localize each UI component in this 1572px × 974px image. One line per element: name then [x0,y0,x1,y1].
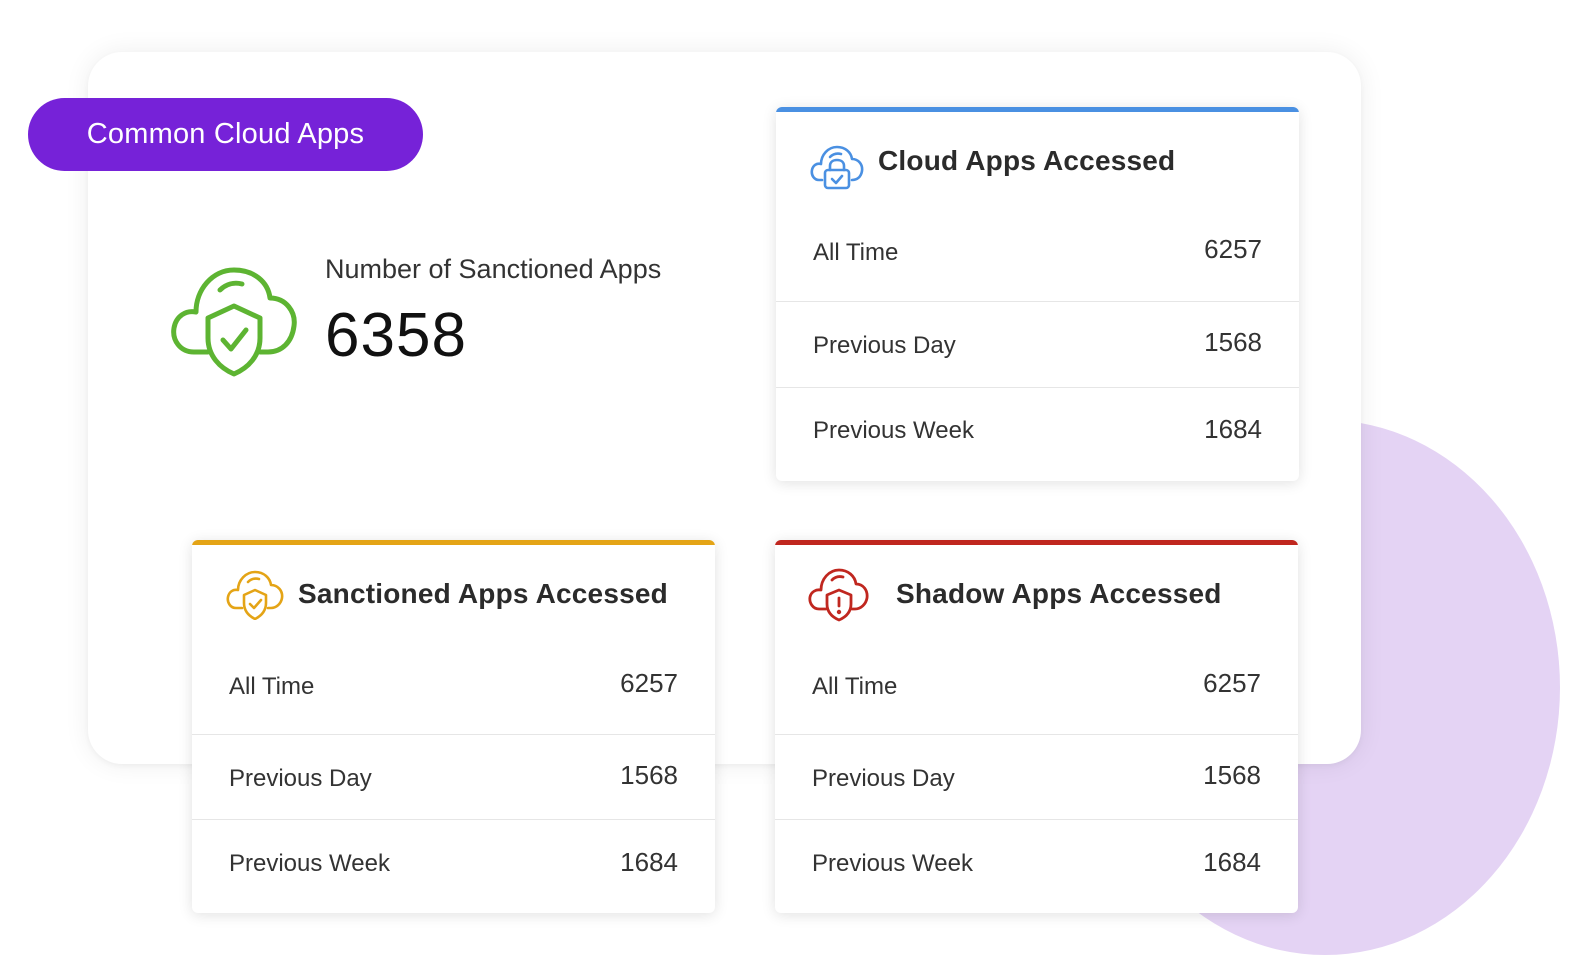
cloud-shield-check-icon [226,570,284,620]
row-divider [776,387,1299,388]
sanctioned-apps-card: Sanctioned Apps Accessed All Time 6257 P… [192,540,715,913]
row-divider [775,819,1298,820]
card-title: Cloud Apps Accessed [878,145,1176,176]
row-value: 6257 [620,668,678,698]
row-value: 1568 [620,760,678,790]
row-value: 6257 [1204,234,1262,264]
row-value: 1684 [1204,414,1262,444]
row-value: 1568 [1203,760,1261,790]
badge-label: Common Cloud Apps [86,118,365,150]
row-divider [775,734,1298,735]
card-header: Cloud Apps Accessed [776,107,1299,217]
row-label: Previous Week [229,850,390,877]
row-label: Previous Day [813,332,956,359]
card-title: Sanctioned Apps Accessed [298,578,668,609]
row-label: Previous Day [229,765,372,792]
row-value: 1684 [1203,847,1261,877]
row-divider [192,819,715,820]
row-label: All Time [813,239,899,266]
common-cloud-apps-badge: Common Cloud Apps [28,98,423,171]
row-divider [776,301,1299,302]
row-value: 1568 [1204,327,1262,357]
cloud-lock-icon [810,145,864,190]
shadow-apps-card: Shadow Apps Accessed All Time 6257 Previ… [775,540,1298,913]
card-title: Shadow Apps Accessed [896,578,1222,609]
shield-cloud-icon [171,267,297,377]
row-label: Previous Week [812,850,973,877]
sanctioned-apps-count: 6358 [325,301,467,370]
row-value: 6257 [1203,668,1261,698]
cloud-apps-card: Cloud Apps Accessed All Time 6257 Previo… [776,107,1299,481]
row-label: Previous Week [813,417,974,444]
row-value: 1684 [620,847,678,877]
row-label: All Time [229,673,315,700]
card-header: Shadow Apps Accessed [775,540,1298,650]
sanctioned-apps-label: Number of Sanctioned Apps [325,254,662,284]
cloud-shield-alert-icon [808,568,869,622]
card-header: Sanctioned Apps Accessed [192,540,715,650]
row-label: All Time [812,673,898,700]
row-label: Previous Day [812,765,955,792]
row-divider [192,734,715,735]
